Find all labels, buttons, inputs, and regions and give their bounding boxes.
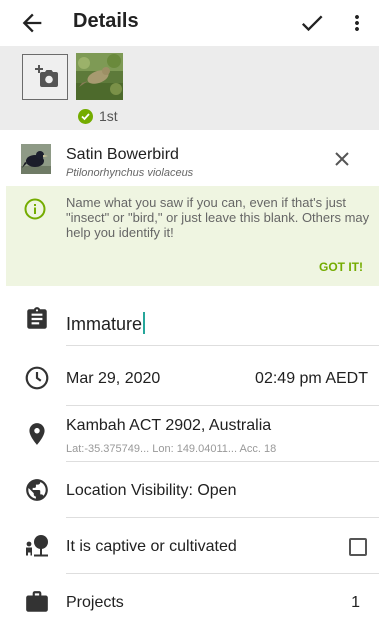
notes-input[interactable]: Immature (66, 312, 146, 335)
captive-row[interactable]: It is captive or cultivated (0, 518, 379, 574)
projects-row[interactable]: Projects 1 (0, 574, 379, 621)
location-name: Kambah ACT 2902, Australia (66, 417, 272, 434)
arrow-back-icon[interactable] (18, 9, 46, 37)
observation-photo[interactable] (76, 53, 123, 100)
photo-strip: 1st (0, 46, 379, 130)
first-photo-badge: 1st (78, 108, 118, 124)
text-cursor (143, 312, 146, 334)
briefcase-icon (24, 589, 50, 615)
divider (66, 345, 379, 346)
species-row[interactable]: Satin Bowerbird Ptilonorhynchus violaceu… (0, 130, 379, 186)
species-thumbnail (21, 144, 51, 174)
identification-tip: Name what you saw if you can, even if th… (6, 186, 379, 286)
got-it-button[interactable]: GOT IT! (319, 260, 363, 274)
observation-date[interactable]: Mar 29, 2020 (66, 370, 160, 388)
clipboard-icon (24, 306, 50, 332)
add-photo-button[interactable] (22, 54, 68, 100)
more-vert-icon[interactable] (345, 9, 369, 37)
notes-value: Immature (66, 314, 143, 334)
captive-checkbox[interactable] (349, 538, 367, 556)
tip-text: Name what you saw if you can, even if th… (66, 195, 370, 240)
badge-label: 1st (99, 108, 118, 124)
info-icon (24, 198, 46, 220)
close-icon[interactable] (333, 150, 351, 168)
check-icon[interactable] (298, 9, 326, 37)
projects-label: Projects (66, 594, 124, 611)
location-row[interactable]: Kambah ACT 2902, Australia Lat:-35.37574… (0, 406, 379, 462)
species-common-name: Satin Bowerbird (66, 146, 179, 163)
globe-icon (24, 477, 50, 503)
location-visibility-row[interactable]: Location Visibility: Open (0, 462, 379, 518)
plant-person-icon (24, 533, 50, 559)
location-pin-icon (24, 421, 50, 447)
datetime-row[interactable]: Mar 29, 2020 02:49 pm AEDT (0, 350, 379, 406)
check-circle-icon (78, 108, 93, 124)
app-bar: Details (0, 0, 379, 46)
add-photo-icon (35, 65, 58, 87)
notes-row[interactable]: Immature (0, 290, 379, 346)
clock-icon (24, 365, 50, 391)
location-visibility-label: Location Visibility: Open (66, 482, 237, 499)
page-title: Details (73, 10, 139, 32)
location-coordinates: Lat:-35.375749... Lon: 149.04011... Acc.… (66, 443, 277, 455)
species-scientific-name: Ptilonorhynchus violaceus (66, 167, 194, 179)
observation-time[interactable]: 02:49 pm AEDT (255, 370, 368, 388)
captive-label: It is captive or cultivated (66, 538, 237, 555)
projects-count: 1 (351, 594, 360, 611)
